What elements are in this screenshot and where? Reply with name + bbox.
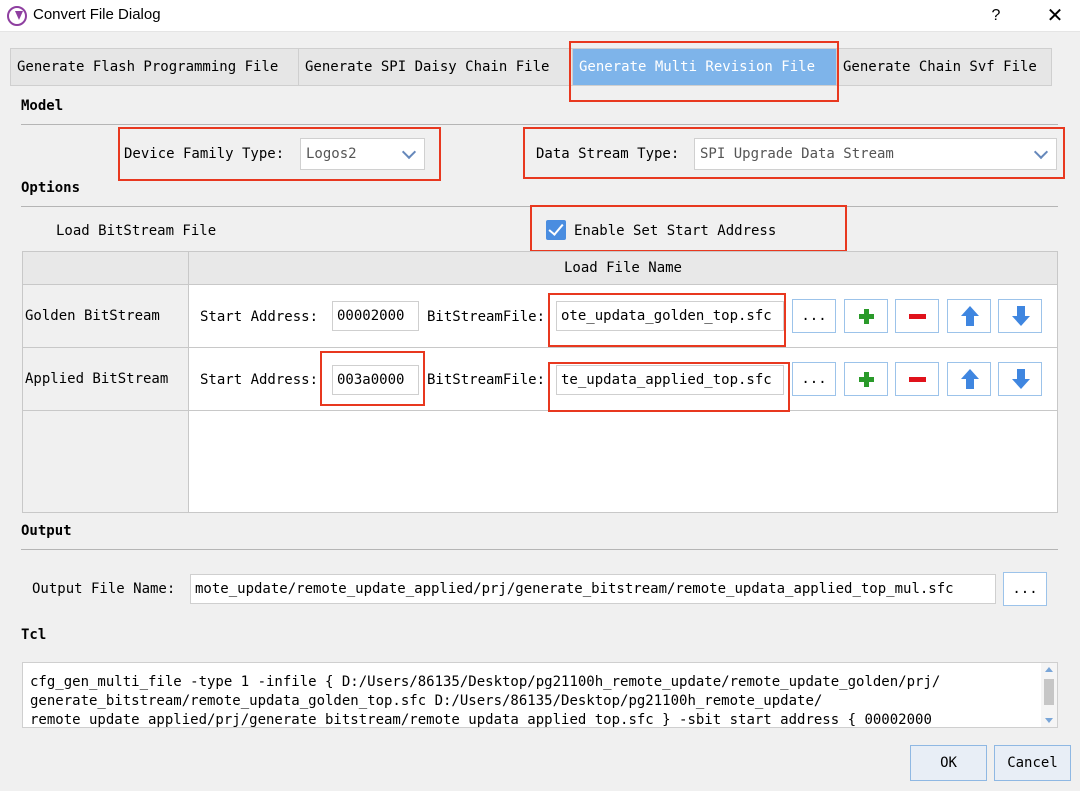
output-divider [21,549,1058,550]
tcl-textarea[interactable]: cfg_gen_multi_file -type 1 -infile { D:/… [22,662,1058,728]
applied-browse-button[interactable]: ... [792,362,836,396]
output-section-title: Output [21,523,72,539]
options-section-title: Options [21,180,81,196]
tcl-line: remote_update_applied/prj/generate_bitst… [30,712,932,728]
tcl-line: generate_bitstream/remote_updata_golden_… [30,693,823,709]
cancel-button[interactable]: Cancel [994,745,1071,781]
applied-move-up-button[interactable] [947,362,991,396]
tcl-section-title: Tcl [21,627,47,643]
chevron-down-icon [1033,144,1049,160]
tcl-scrollbar[interactable] [1041,663,1057,727]
app-download-icon [7,6,27,26]
applied-bitstream-file-label: BitStreamFile: [427,372,546,388]
scroll-down-icon[interactable] [1045,718,1053,723]
output-file-label: Output File Name: [32,581,176,597]
device-family-label: Device Family Type: [124,146,285,162]
golden-add-button[interactable] [844,299,888,333]
ok-button[interactable]: OK [910,745,987,781]
minus-icon [909,314,926,319]
output-browse-button[interactable]: ... [1003,572,1047,606]
output-file-input[interactable]: mote_update/remote_update_applied/prj/ge… [190,574,996,604]
row-header-golden: Golden BitStream [23,285,189,348]
applied-start-address-label: Start Address: [200,372,319,388]
applied-remove-button[interactable] [895,362,939,396]
golden-move-down-button[interactable] [998,299,1042,333]
chevron-down-icon [401,144,417,160]
data-stream-label: Data Stream Type: [536,146,680,162]
device-family-select[interactable]: Logos2 [300,138,425,170]
table-empty-row-header [23,411,189,512]
tab-generate-chain-svf-file[interactable]: Generate Chain Svf File [837,49,1051,85]
enable-start-address-label: Enable Set Start Address [574,223,777,239]
golden-browse-button[interactable]: ... [792,299,836,333]
data-stream-select[interactable]: SPI Upgrade Data Stream [694,138,1057,170]
model-section-title: Model [21,98,64,114]
options-divider [21,206,1058,207]
arrow-down-icon [1012,369,1030,389]
golden-bitstream-file-label: BitStreamFile: [427,309,546,325]
window-title: Convert File Dialog [33,6,161,23]
row-header-applied: Applied BitStream [23,348,189,411]
tab-generate-multi-revision-file[interactable]: Generate Multi Revision File [573,49,837,85]
enable-start-address-checkbox[interactable] [546,220,566,240]
tab-generate-spi-daisy-chain-file[interactable]: Generate SPI Daisy Chain File [299,49,573,85]
plus-icon [859,372,874,387]
applied-add-button[interactable] [844,362,888,396]
table-corner [23,252,189,285]
golden-move-up-button[interactable] [947,299,991,333]
applied-start-address-input[interactable]: 003a0000 [332,365,419,395]
table-column-header: Load File Name [189,252,1057,285]
tab-bar: Generate Flash Programming File Generate… [10,48,1052,86]
arrow-down-icon [1012,306,1030,326]
golden-start-address-label: Start Address: [200,309,319,325]
arrow-up-icon [961,306,979,326]
golden-remove-button[interactable] [895,299,939,333]
arrow-up-icon [961,369,979,389]
scroll-up-icon[interactable] [1045,667,1053,672]
golden-bitstream-file-input[interactable]: ote_updata_golden_top.sfc [556,301,784,331]
model-divider [21,124,1058,125]
data-stream-value: SPI Upgrade Data Stream [700,146,894,162]
minus-icon [909,377,926,382]
scroll-thumb[interactable] [1044,679,1054,705]
tab-generate-flash-programming-file[interactable]: Generate Flash Programming File [11,49,299,85]
title-bar: Convert File Dialog ? ✕ [0,0,1080,32]
close-button[interactable]: ✕ [1042,4,1068,28]
device-family-value: Logos2 [306,146,357,162]
applied-move-down-button[interactable] [998,362,1042,396]
tcl-line: cfg_gen_multi_file -type 1 -infile { D:/… [30,674,941,690]
golden-start-address-input[interactable]: 00002000 [332,301,419,331]
help-button[interactable]: ? [985,5,1007,27]
plus-icon [859,309,874,324]
applied-bitstream-file-input[interactable]: te_updata_applied_top.sfc [556,365,784,395]
load-bitstream-label: Load BitStream File [56,223,217,239]
